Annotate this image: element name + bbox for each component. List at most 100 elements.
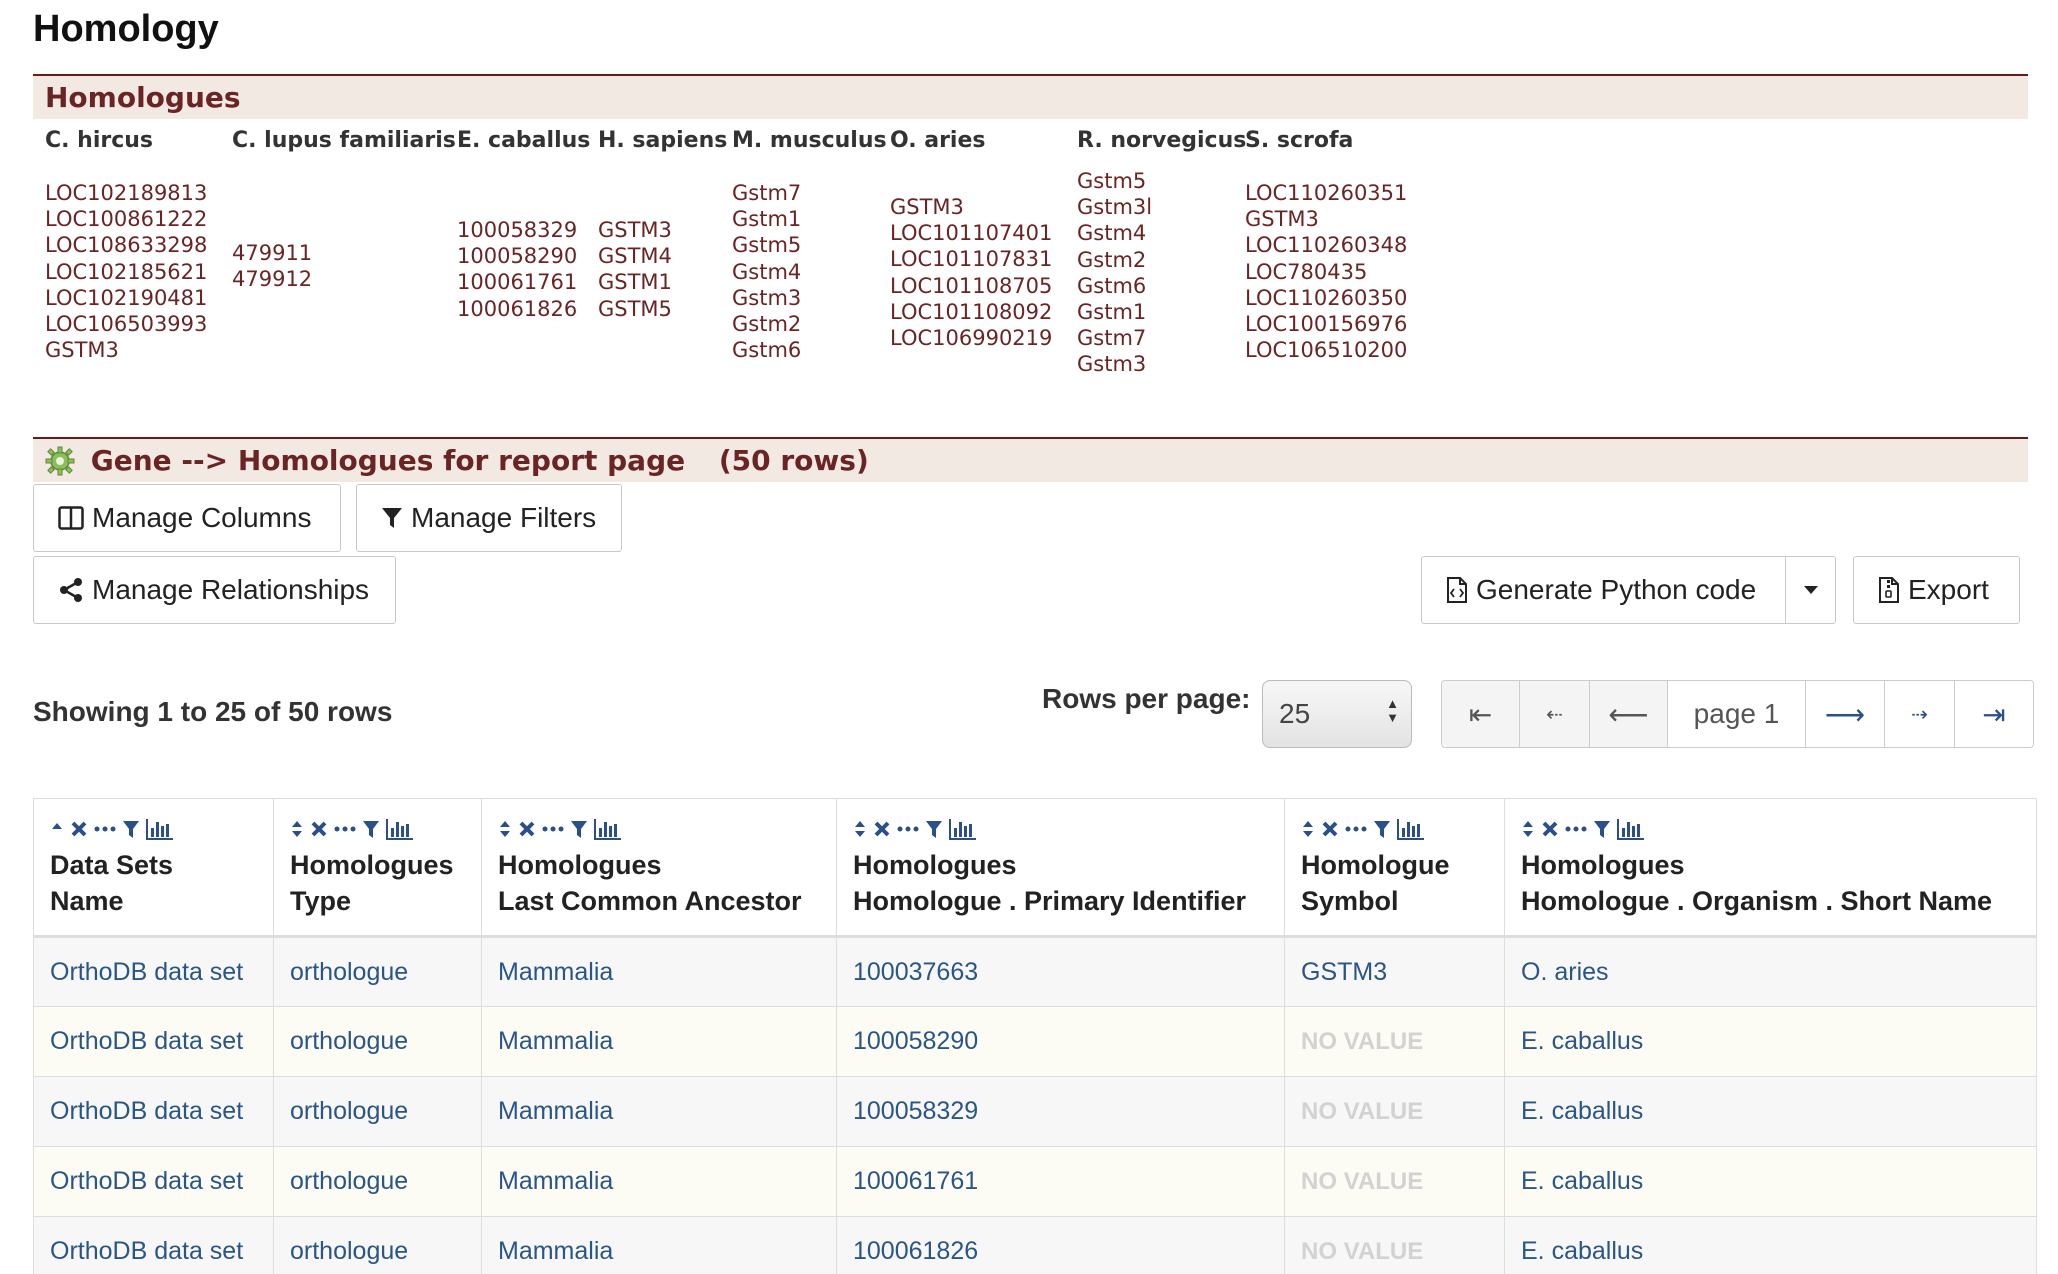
sort-icon[interactable] (498, 819, 512, 839)
table-cell-link[interactable]: 100061761 (836, 1146, 1285, 1217)
homologue-id-link[interactable]: GSTM3 (45, 337, 207, 363)
table-cell-link[interactable]: OrthoDB data set (33, 936, 274, 1007)
homologue-id-link[interactable]: LOC101107401 (890, 220, 1052, 246)
export-button[interactable]: Export (1853, 556, 2020, 624)
homologue-id-link[interactable]: Gstm5 (1077, 168, 1152, 194)
sort-icon[interactable] (1301, 819, 1315, 839)
table-cell-link[interactable]: Mammalia (481, 1216, 837, 1274)
manage-columns-button[interactable]: Manage Columns (33, 484, 341, 552)
table-cell-link[interactable]: E. caballus (1504, 1006, 2037, 1077)
table-cell-link[interactable]: E. caballus (1504, 1216, 2037, 1274)
homologue-id-link[interactable]: 100058290 (457, 243, 577, 269)
table-cell-link[interactable]: E. caballus (1504, 1146, 2037, 1217)
table-cell-link[interactable]: O. aries (1504, 936, 2037, 1007)
homologue-id-link[interactable]: Gstm7 (732, 180, 801, 206)
homologue-id-link[interactable]: 100058329 (457, 217, 577, 243)
sort-icon[interactable] (50, 819, 64, 839)
column-filter-icon[interactable] (1373, 819, 1391, 839)
column-filter-icon[interactable] (362, 819, 380, 839)
column-more-icon[interactable] (334, 825, 356, 833)
homologue-id-link[interactable]: Gstm7 (1077, 325, 1152, 351)
homologue-id-link[interactable]: LOC101107831 (890, 246, 1052, 272)
homologue-id-link[interactable]: LOC100861222 (45, 206, 207, 232)
homologue-id-link[interactable]: GSTM3 (1245, 206, 1407, 232)
homologue-id-link[interactable]: Gstm6 (732, 337, 801, 363)
table-cell-link[interactable]: 100037663 (836, 936, 1285, 1007)
sort-icon[interactable] (853, 819, 867, 839)
homologue-id-link[interactable]: LOC110260351 (1245, 180, 1407, 206)
homologue-id-link[interactable]: Gstm6 (1077, 273, 1152, 299)
column-summary-icon[interactable] (386, 818, 414, 840)
next-page-button[interactable]: ⟶ (1806, 681, 1885, 747)
column-more-icon[interactable] (542, 825, 564, 833)
homologue-id-link[interactable]: 100061761 (457, 269, 577, 295)
table-cell-link[interactable]: Mammalia (481, 936, 837, 1007)
homologue-id-link[interactable]: LOC110260350 (1245, 285, 1407, 311)
column-more-icon[interactable] (1345, 825, 1367, 833)
column-more-icon[interactable] (1565, 825, 1587, 833)
table-cell-link[interactable]: Mammalia (481, 1006, 837, 1077)
generate-python-button[interactable]: Generate Python code (1421, 556, 1787, 624)
remove-column-icon[interactable] (518, 820, 536, 838)
table-cell-link[interactable]: Mammalia (481, 1076, 837, 1147)
remove-column-icon[interactable] (1541, 820, 1559, 838)
homologue-id-link[interactable]: Gstm3l (1077, 194, 1152, 220)
manage-relationships-button[interactable]: Manage Relationships (33, 556, 396, 624)
homologue-id-link[interactable]: Gstm5 (732, 232, 801, 258)
column-filter-icon[interactable] (925, 819, 943, 839)
homologue-id-link[interactable]: 479912 (232, 266, 312, 292)
homologue-id-link[interactable]: LOC106503993 (45, 311, 207, 337)
sort-icon[interactable] (1521, 819, 1535, 839)
column-more-icon[interactable] (897, 825, 919, 833)
table-cell-link[interactable]: orthologue (273, 1006, 482, 1077)
homologue-id-link[interactable]: LOC101108705 (890, 273, 1052, 299)
table-cell-link[interactable]: GSTM3 (1284, 936, 1505, 1007)
homologue-id-link[interactable]: LOC100156976 (1245, 311, 1407, 337)
table-cell-link[interactable]: OrthoDB data set (33, 1146, 274, 1217)
homologue-id-link[interactable]: LOC102185621 (45, 259, 207, 285)
homologue-id-link[interactable]: LOC102190481 (45, 285, 207, 311)
homologue-id-link[interactable]: LOC108633298 (45, 232, 207, 258)
table-cell-link[interactable]: E. caballus (1504, 1076, 2037, 1147)
homologue-id-link[interactable]: Gstm3 (1077, 351, 1152, 377)
homologue-id-link[interactable]: LOC110260348 (1245, 232, 1407, 258)
next-block-button[interactable]: ⇢ (1885, 681, 1955, 747)
homologue-id-link[interactable]: LOC106990219 (890, 325, 1052, 351)
homologue-id-link[interactable]: 100061826 (457, 296, 577, 322)
column-more-icon[interactable] (94, 825, 116, 833)
homologue-id-link[interactable]: GSTM4 (598, 243, 672, 269)
homologue-id-link[interactable]: GSTM1 (598, 269, 672, 295)
homologue-id-link[interactable]: GSTM3 (890, 194, 1052, 220)
homologue-id-link[interactable]: Gstm1 (1077, 299, 1152, 325)
table-cell-link[interactable]: 100061826 (836, 1216, 1285, 1274)
homologue-id-link[interactable]: 479911 (232, 240, 312, 266)
homologue-id-link[interactable]: LOC101108092 (890, 299, 1052, 325)
first-page-button[interactable]: ⇤ (1442, 681, 1520, 747)
column-summary-icon[interactable] (146, 818, 174, 840)
homologue-id-link[interactable]: LOC780435 (1245, 259, 1407, 285)
column-summary-icon[interactable] (1397, 818, 1425, 840)
table-cell-link[interactable]: OrthoDB data set (33, 1216, 274, 1274)
table-cell-link[interactable]: OrthoDB data set (33, 1076, 274, 1147)
last-page-button[interactable]: ⇥ (1955, 681, 2033, 747)
homologue-id-link[interactable]: LOC102189813 (45, 180, 207, 206)
homologue-id-link[interactable]: Gstm3 (732, 285, 801, 311)
generate-python-dropdown-button[interactable] (1785, 556, 1836, 624)
table-cell-link[interactable]: 100058329 (836, 1076, 1285, 1147)
remove-column-icon[interactable] (1321, 820, 1339, 838)
homologue-id-link[interactable]: Gstm4 (732, 259, 801, 285)
remove-column-icon[interactable] (70, 820, 88, 838)
prev-block-button[interactable]: ⇠ (1520, 681, 1590, 747)
table-cell-link[interactable]: orthologue (273, 1216, 482, 1274)
homologue-id-link[interactable]: GSTM3 (598, 217, 672, 243)
column-summary-icon[interactable] (949, 818, 977, 840)
table-cell-link[interactable]: orthologue (273, 1146, 482, 1217)
table-cell-link[interactable]: orthologue (273, 1076, 482, 1147)
column-filter-icon[interactable] (122, 819, 140, 839)
remove-column-icon[interactable] (873, 820, 891, 838)
homologue-id-link[interactable]: LOC106510200 (1245, 337, 1407, 363)
column-filter-icon[interactable] (570, 819, 588, 839)
table-cell-link[interactable]: 100058290 (836, 1006, 1285, 1077)
homologue-id-link[interactable]: GSTM5 (598, 296, 672, 322)
table-cell-link[interactable]: orthologue (273, 936, 482, 1007)
